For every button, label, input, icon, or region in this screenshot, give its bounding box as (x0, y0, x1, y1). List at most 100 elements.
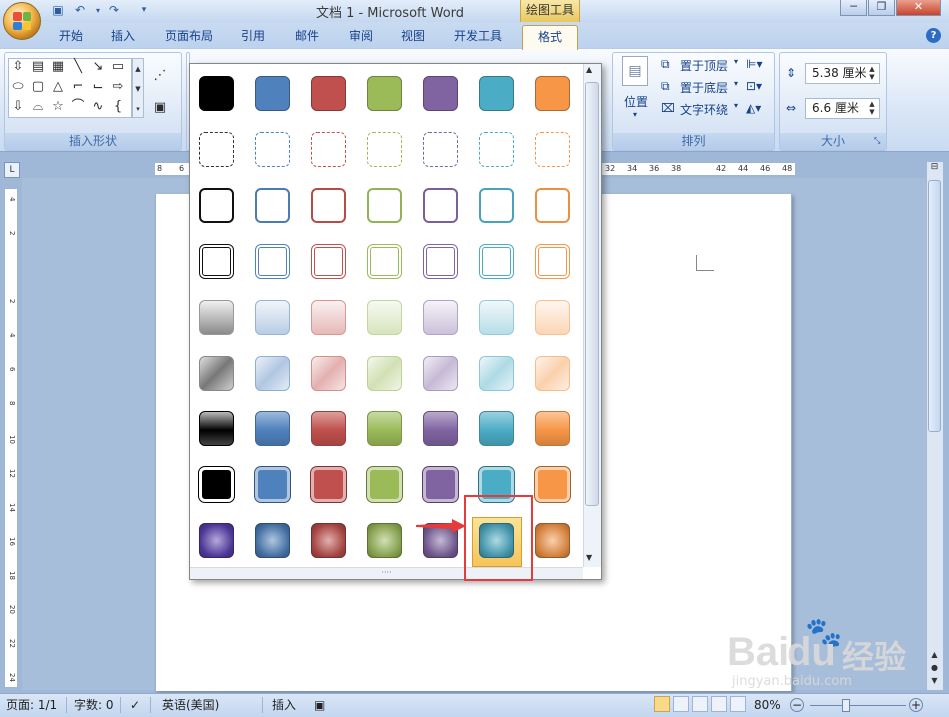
triangle-icon[interactable]: △ (50, 79, 66, 95)
style-swatch[interactable] (535, 411, 570, 447)
style-swatch[interactable] (367, 187, 402, 223)
style-swatch[interactable] (423, 411, 458, 447)
style-swatch[interactable] (311, 131, 346, 167)
width-field[interactable]: 6.6 厘米 ▲ ▼ (805, 98, 880, 119)
print-layout-view-icon[interactable] (654, 696, 670, 712)
style-swatch[interactable] (367, 411, 402, 447)
right-arrow-icon[interactable]: ⇨ (110, 79, 126, 95)
outline-view-icon[interactable] (711, 696, 727, 712)
ruler-toggle-icon[interactable]: ⊟ (928, 162, 941, 178)
align-icon[interactable]: ⊫▾ (746, 57, 762, 71)
freeform-icon[interactable]: ⌓ (30, 99, 46, 115)
macro-record-icon[interactable]: ▣ (314, 697, 325, 713)
width-spinner-icon[interactable]: ▲ ▼ (867, 100, 877, 116)
zoom-level[interactable]: 80% (754, 697, 781, 713)
style-swatch[interactable] (367, 299, 402, 335)
bring-front-dropdown-icon[interactable]: ▾ (734, 57, 738, 66)
style-swatch[interactable] (255, 467, 290, 503)
line-icon[interactable]: ╲ (70, 59, 86, 75)
style-swatch[interactable] (199, 243, 234, 279)
full-screen-view-icon[interactable] (673, 696, 689, 712)
tab-developer[interactable]: 开发工具 (446, 26, 510, 48)
style-swatch[interactable] (367, 131, 402, 167)
style-swatch[interactable] (535, 76, 570, 111)
word-count[interactable]: 字数: 0 (74, 697, 114, 713)
style-swatch[interactable] (255, 131, 290, 167)
style-swatch[interactable] (311, 411, 346, 447)
text-wrap-icon[interactable]: ⌧ (661, 101, 675, 115)
style-swatch[interactable] (367, 355, 402, 391)
style-swatch[interactable] (367, 467, 402, 503)
style-swatch[interactable] (535, 187, 570, 223)
tab-home[interactable]: 开始 (52, 26, 90, 48)
zoom-slider-track[interactable] (810, 705, 906, 706)
style-swatch[interactable] (479, 76, 514, 111)
gallery-scroll-up-icon[interactable]: ▲ (586, 65, 592, 74)
customize-qat-icon[interactable]: ▾ (136, 3, 152, 18)
send-to-back-button[interactable]: 置于底层 (680, 79, 728, 96)
style-swatch[interactable] (479, 243, 514, 279)
style-swatch[interactable] (255, 187, 290, 223)
insert-mode-indicator[interactable]: 插入 (272, 697, 296, 713)
tab-insert[interactable]: 插入 (104, 26, 142, 48)
table-shape-icon[interactable]: ▦ (50, 59, 66, 75)
text-wrap-dropdown-icon[interactable]: ▾ (734, 101, 738, 110)
style-swatch[interactable] (423, 355, 458, 391)
style-swatch[interactable] (479, 411, 514, 447)
size-dialog-launcher-icon[interactable]: ⤡ (874, 136, 880, 146)
star-icon[interactable]: ☆ (50, 99, 66, 115)
bring-to-front-button[interactable]: 置于顶层 (680, 57, 728, 74)
tab-selector-icon[interactable]: L (4, 162, 20, 178)
style-swatch[interactable] (367, 76, 402, 111)
group-objects-icon[interactable]: ⊡▾ (746, 79, 762, 93)
send-back-dropdown-icon[interactable]: ▾ (734, 79, 738, 88)
send-to-back-icon[interactable]: ⧉ (661, 79, 670, 94)
tab-view[interactable]: 视图 (394, 26, 432, 48)
arrow-line-icon[interactable]: ↘ (90, 59, 106, 75)
vertical-ruler[interactable]: 4 2 2 4 6 8 10 12 14 16 18 20 22 24 (4, 188, 18, 688)
tab-mailings[interactable]: 邮件 (288, 26, 326, 48)
gallery-scroll-down-icon[interactable]: ▼ (586, 553, 592, 562)
zoom-out-icon[interactable]: − (790, 698, 804, 712)
style-swatch[interactable] (255, 299, 290, 335)
style-swatch[interactable] (311, 355, 346, 391)
arc-icon[interactable]: ⌒ (70, 99, 86, 115)
web-layout-view-icon[interactable] (692, 696, 708, 712)
height-spinner-icon[interactable]: ▲ ▼ (867, 65, 877, 81)
position-icon[interactable]: ▤ (622, 56, 648, 86)
tab-references[interactable]: 引用 (234, 26, 272, 48)
style-swatch[interactable] (199, 467, 234, 503)
undo-icon[interactable]: ↶ (72, 3, 88, 18)
language-indicator[interactable]: 英语(美国) (162, 697, 219, 713)
style-swatch[interactable] (199, 523, 234, 559)
brace-icon[interactable]: { (110, 99, 126, 115)
text-box-draw-icon[interactable]: ▣ (152, 100, 168, 116)
tab-format[interactable]: 格式 (522, 25, 578, 50)
style-swatch[interactable] (423, 131, 458, 167)
style-swatch[interactable] (367, 243, 402, 279)
undo-dropdown-icon[interactable]: ▾ (90, 3, 106, 18)
style-swatch[interactable] (311, 467, 346, 503)
vertical-scrollbar-thumb[interactable] (928, 180, 941, 432)
help-icon[interactable]: ? (926, 28, 941, 43)
curve-icon[interactable]: ∿ (90, 99, 106, 115)
down-arrow-icon[interactable]: ⇩ (10, 99, 26, 115)
style-swatch[interactable] (535, 467, 570, 503)
style-swatch[interactable] (535, 299, 570, 335)
zoom-slider-thumb[interactable] (842, 699, 850, 712)
page-count[interactable]: 页面: 1/1 (6, 697, 57, 713)
shape-styles-gallery[interactable] (189, 63, 602, 580)
text-box-icon[interactable]: ⇳ (10, 59, 26, 75)
close-icon[interactable]: ✕ (896, 0, 941, 16)
save-icon[interactable]: ▣ (50, 3, 66, 18)
style-swatch[interactable] (311, 76, 346, 111)
elbow-connector-icon[interactable]: ⌙ (90, 79, 106, 95)
style-swatch[interactable] (535, 243, 570, 279)
style-swatch[interactable] (199, 76, 234, 111)
bring-to-front-icon[interactable]: ⧉ (661, 57, 670, 72)
position-dropdown-icon[interactable]: ▾ (633, 110, 637, 119)
connector-icon[interactable]: ⌐ (70, 79, 86, 95)
style-swatch[interactable] (311, 299, 346, 335)
style-swatch[interactable] (479, 355, 514, 391)
style-swatch[interactable] (255, 411, 290, 447)
